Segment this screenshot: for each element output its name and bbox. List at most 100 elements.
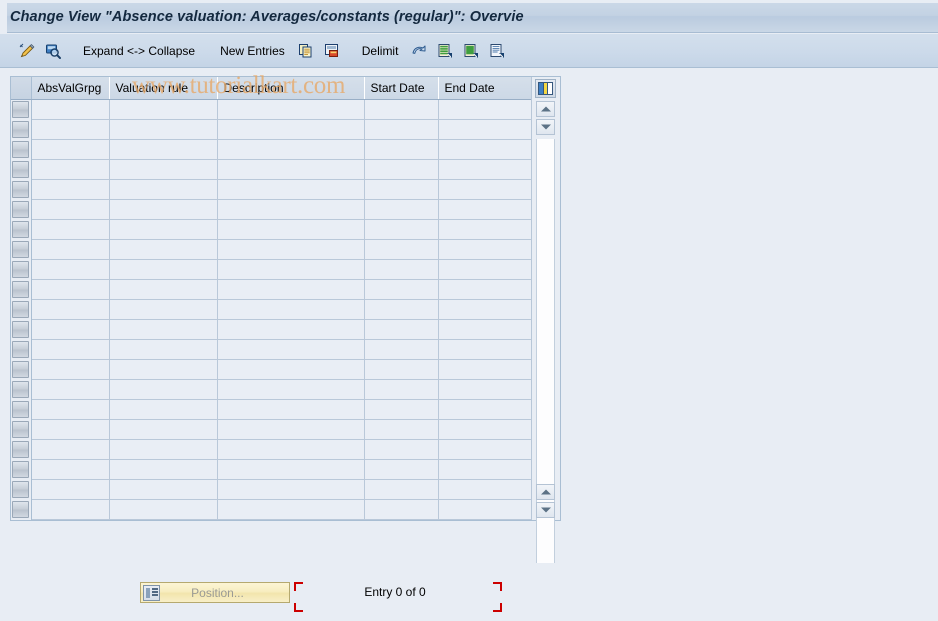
- cell-absvalgrpg[interactable]: [31, 359, 110, 380]
- cell-absvalgrpg[interactable]: [31, 139, 110, 160]
- cell-start-date[interactable]: [364, 439, 439, 460]
- row-selector-cell[interactable]: [11, 319, 32, 339]
- cell-absvalgrpg[interactable]: [31, 439, 110, 460]
- cell-absvalgrpg[interactable]: [31, 479, 110, 500]
- cell-description[interactable]: [217, 359, 365, 380]
- toolbar-delimit-button[interactable]: Delimit: [354, 39, 407, 63]
- cell-end-date[interactable]: [438, 499, 531, 520]
- row-selector-cell[interactable]: [11, 219, 32, 239]
- cell-valuation-rule[interactable]: [109, 439, 218, 460]
- cell-absvalgrpg[interactable]: [31, 499, 110, 520]
- cell-start-date[interactable]: [364, 239, 439, 260]
- table-row[interactable]: [11, 259, 531, 280]
- cell-start-date[interactable]: [364, 219, 439, 240]
- table-row[interactable]: [11, 379, 531, 400]
- table-row[interactable]: [11, 459, 531, 480]
- column-configuration-icon[interactable]: [535, 79, 556, 98]
- row-select-button[interactable]: [12, 421, 29, 438]
- cell-valuation-rule[interactable]: [109, 379, 218, 400]
- toolbar-undo-button[interactable]: [406, 39, 432, 63]
- row-selector-cell[interactable]: [11, 499, 32, 519]
- cell-start-date[interactable]: [364, 499, 439, 520]
- cell-description[interactable]: [217, 199, 365, 220]
- cell-absvalgrpg[interactable]: [31, 99, 110, 120]
- cell-start-date[interactable]: [364, 419, 439, 440]
- cell-start-date[interactable]: [364, 339, 439, 360]
- cell-description[interactable]: [217, 499, 365, 520]
- row-selector-cell[interactable]: [11, 159, 32, 179]
- cell-end-date[interactable]: [438, 139, 531, 160]
- cell-valuation-rule[interactable]: [109, 399, 218, 420]
- cell-valuation-rule[interactable]: [109, 419, 218, 440]
- row-select-button[interactable]: [12, 101, 29, 119]
- table-row[interactable]: [11, 359, 531, 380]
- row-selector-cell[interactable]: [11, 479, 32, 499]
- row-select-button[interactable]: [12, 501, 29, 518]
- toolbar-display-change-button[interactable]: [14, 39, 40, 63]
- cell-end-date[interactable]: [438, 479, 531, 500]
- cell-end-date[interactable]: [438, 339, 531, 360]
- row-select-button[interactable]: [12, 241, 29, 258]
- row-select-button[interactable]: [12, 141, 29, 158]
- table-row[interactable]: [11, 219, 531, 240]
- row-select-button[interactable]: [12, 181, 29, 198]
- table-row[interactable]: [11, 499, 531, 520]
- cell-start-date[interactable]: [364, 359, 439, 380]
- cell-description[interactable]: [217, 479, 365, 500]
- cell-end-date[interactable]: [438, 199, 531, 220]
- cell-description[interactable]: [217, 179, 365, 200]
- row-select-button[interactable]: [12, 281, 29, 298]
- cell-description[interactable]: [217, 219, 365, 240]
- table-row[interactable]: [11, 439, 531, 460]
- table-row[interactable]: [11, 479, 531, 500]
- row-selector-cell[interactable]: [11, 399, 32, 419]
- row-selector-cell[interactable]: [11, 459, 32, 479]
- cell-absvalgrpg[interactable]: [31, 119, 110, 140]
- cell-start-date[interactable]: [364, 159, 439, 180]
- cell-valuation-rule[interactable]: [109, 279, 218, 300]
- row-select-button[interactable]: [12, 201, 29, 218]
- column-header-valuation-rule[interactable]: Valuation rule: [109, 77, 218, 100]
- cell-valuation-rule[interactable]: [109, 99, 218, 120]
- cell-start-date[interactable]: [364, 179, 439, 200]
- cell-absvalgrpg[interactable]: [31, 319, 110, 340]
- cell-valuation-rule[interactable]: [109, 299, 218, 320]
- cell-description[interactable]: [217, 379, 365, 400]
- column-header-description[interactable]: Description: [217, 77, 365, 100]
- row-select-button[interactable]: [12, 161, 29, 178]
- cell-absvalgrpg[interactable]: [31, 159, 110, 180]
- row-select-button[interactable]: [12, 361, 29, 378]
- scroll-up-top-button[interactable]: [536, 101, 555, 117]
- cell-description[interactable]: [217, 419, 365, 440]
- scroll-down-bottom-button[interactable]: [536, 502, 555, 518]
- cell-end-date[interactable]: [438, 239, 531, 260]
- table-row[interactable]: [11, 279, 531, 300]
- cell-absvalgrpg[interactable]: [31, 279, 110, 300]
- table-row[interactable]: [11, 419, 531, 440]
- scroll-down-top-button[interactable]: [536, 119, 555, 135]
- table-row[interactable]: [11, 119, 531, 140]
- cell-valuation-rule[interactable]: [109, 159, 218, 180]
- row-selector-cell[interactable]: [11, 99, 32, 119]
- toolbar-deselect-all-button[interactable]: [458, 39, 484, 63]
- cell-valuation-rule[interactable]: [109, 199, 218, 220]
- cell-end-date[interactable]: [438, 99, 531, 120]
- row-selector-cell[interactable]: [11, 259, 32, 279]
- cell-valuation-rule[interactable]: [109, 219, 218, 240]
- row-select-button[interactable]: [12, 381, 29, 398]
- cell-start-date[interactable]: [364, 279, 439, 300]
- cell-start-date[interactable]: [364, 259, 439, 280]
- cell-valuation-rule[interactable]: [109, 499, 218, 520]
- row-selector-cell[interactable]: [11, 439, 32, 459]
- cell-end-date[interactable]: [438, 399, 531, 420]
- cell-valuation-rule[interactable]: [109, 239, 218, 260]
- cell-end-date[interactable]: [438, 419, 531, 440]
- cell-end-date[interactable]: [438, 219, 531, 240]
- toolbar-variant-list-button[interactable]: [484, 39, 510, 63]
- cell-absvalgrpg[interactable]: [31, 259, 110, 280]
- row-selector-cell[interactable]: [11, 199, 32, 219]
- cell-end-date[interactable]: [438, 319, 531, 340]
- row-select-button[interactable]: [12, 401, 29, 418]
- cell-description[interactable]: [217, 279, 365, 300]
- column-header-end-date[interactable]: End Date: [438, 77, 531, 100]
